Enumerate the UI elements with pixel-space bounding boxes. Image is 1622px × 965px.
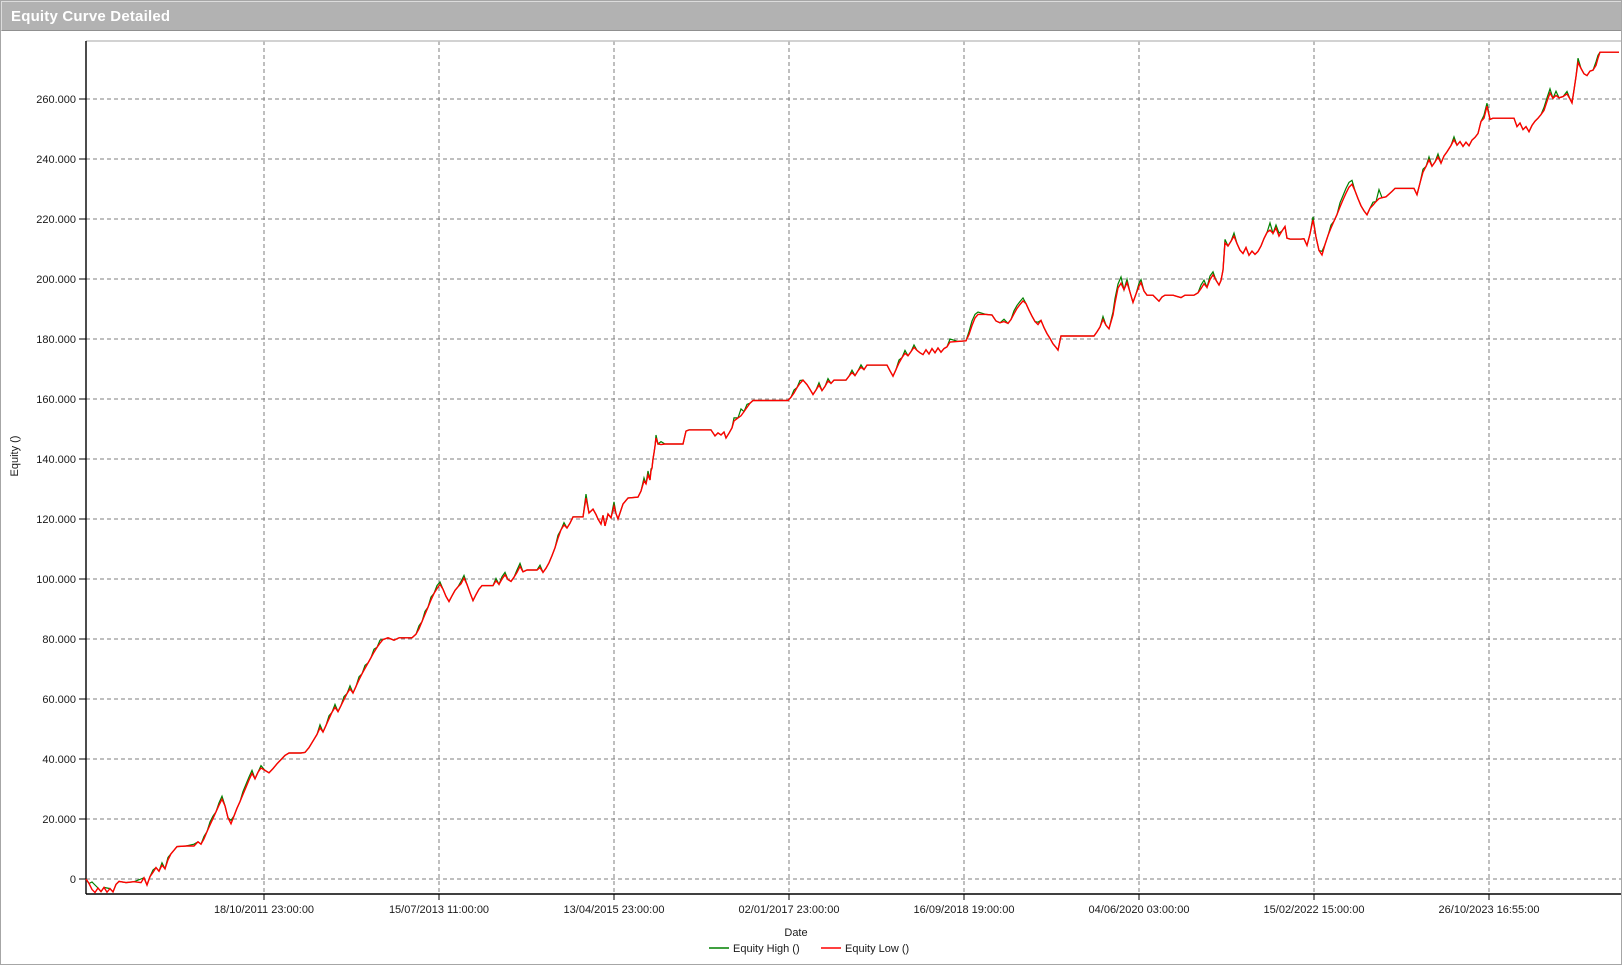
window-title: Equity Curve Detailed — [2, 8, 170, 25]
legend-item-equity-low[interactable]: Equity Low () — [821, 943, 909, 955]
y-tick-label: 180.000 — [36, 334, 76, 346]
legend-item-equity-high[interactable]: Equity High () — [709, 943, 800, 955]
axes — [79, 41, 1621, 900]
y-tick-label: 120.000 — [36, 514, 76, 526]
x-tick-label: 26/10/2023 16:55:00 — [1439, 904, 1540, 916]
x-tick-label: 16/09/2018 19:00:00 — [914, 904, 1015, 916]
y-tick-label: 100.000 — [36, 574, 76, 586]
chart-area: 0 20.000 40.000 60.000 80.000 100.000 120.000 1… — [1, 31, 1621, 964]
x-axis-title: Date — [784, 927, 807, 939]
window-titlebar[interactable]: Equity Curve Detailed — [1, 1, 1621, 31]
equity-high-label: Equity High () — [733, 943, 800, 955]
x-tick-label: 15/07/2013 11:00:00 — [389, 904, 489, 916]
y-tick-label: 260.000 — [36, 94, 76, 106]
x-tick-label: 02/01/2017 23:00:00 — [739, 904, 840, 916]
y-tick-label: 80.000 — [42, 634, 76, 646]
y-tick-label: 160.000 — [36, 394, 76, 406]
y-axis-title: Equity () — [9, 436, 21, 477]
x-tick-label: 18/10/2011 23:00:00 — [214, 904, 314, 916]
y-tick-label: 20.000 — [42, 814, 76, 826]
equity-series — [86, 52, 1619, 892]
y-tick-label: 200.000 — [36, 274, 76, 286]
equity-low-line — [86, 52, 1619, 892]
y-tick-label: 60.000 — [42, 694, 76, 706]
y-tick-label: 220.000 — [36, 214, 76, 226]
y-tick-label: 0 — [70, 874, 76, 886]
equity-high-line — [86, 52, 1619, 892]
grid-lines — [86, 41, 1621, 894]
y-tick-label: 140.000 — [36, 454, 76, 466]
x-tick-label: 15/02/2022 15:00:00 — [1264, 904, 1365, 916]
equity-curve-chart[interactable]: 0 20.000 40.000 60.000 80.000 100.000 120.000 1… — [1, 31, 1621, 964]
x-tick-label: 04/06/2020 03:00:00 — [1089, 904, 1190, 916]
legend: Equity High () Equity Low () — [709, 943, 909, 955]
x-tick-label: 13/04/2015 23:00:00 — [564, 904, 665, 916]
equity-low-label: Equity Low () — [845, 943, 909, 955]
equity-curve-window: Equity Curve Detailed 0 20.000 40.000 60.00… — [0, 0, 1622, 965]
y-tick-label: 40.000 — [42, 754, 76, 766]
y-tick-label: 240.000 — [36, 154, 76, 166]
